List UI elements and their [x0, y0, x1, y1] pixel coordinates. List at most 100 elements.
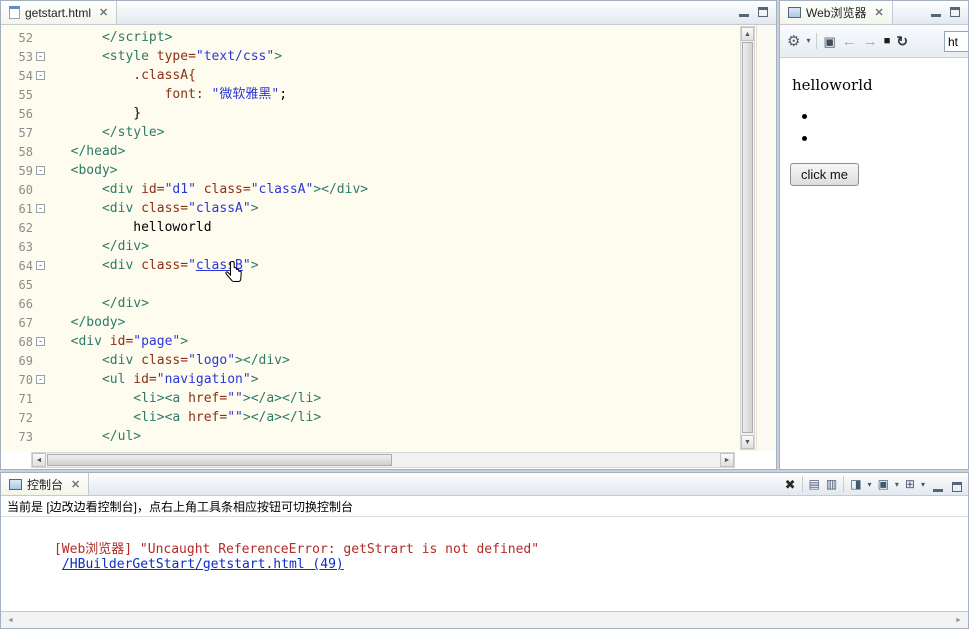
code-token: >: [250, 201, 259, 216]
click-me-button[interactable]: click me: [790, 163, 859, 186]
back-icon[interactable]: ←: [842, 34, 857, 49]
code-line[interactable]: </ul>: [55, 427, 776, 446]
code-token: ></a></li>: [242, 410, 322, 425]
pin-console-icon-dropdown[interactable]: ▾: [868, 480, 872, 489]
code-line[interactable]: <div id="page">: [55, 332, 776, 351]
toolbar-separator: [843, 476, 845, 492]
code-line[interactable]: </head>: [55, 142, 776, 161]
forward-icon[interactable]: →: [863, 34, 878, 49]
browser-window-buttons: [931, 7, 960, 17]
code-line[interactable]: <body>: [55, 161, 776, 180]
tab-close-icon[interactable]: ✕: [99, 6, 108, 19]
console-panel: 控制台 ✕ ✖ ▤ ▥ ◨ ▾ ▣ ▾ ⊞ ▾ 当前是 [边改边看控制台]，点右上角工具条相应按…: [0, 472, 969, 629]
console-info-text: 当前是 [边改边看控制台]，点右上角工具条相应按钮可切换控制台: [7, 499, 354, 514]
scroll-up-icon[interactable]: ▲: [741, 27, 754, 41]
fold-toggle-icon[interactable]: -: [36, 337, 45, 346]
console-error-link[interactable]: /HBuilderGetStart/getstart.html (49): [62, 557, 344, 572]
code-token: >: [250, 258, 259, 273]
display-console-icon[interactable]: ▣: [878, 478, 889, 490]
minimize-icon[interactable]: [933, 483, 943, 492]
code-line[interactable]: font: "微软雅黑";: [55, 85, 776, 104]
horizontal-scrollbar[interactable]: ◄ ►: [31, 452, 735, 468]
scroll-down-icon[interactable]: ▼: [741, 435, 754, 449]
code-line[interactable]: [55, 275, 776, 294]
fold-toggle-icon[interactable]: -: [36, 375, 45, 384]
line-number: 72: [18, 410, 33, 425]
console-tab-label: 控制台: [27, 477, 64, 492]
code-token: id=: [133, 372, 157, 387]
code-line[interactable]: </div>: [55, 294, 776, 313]
code-area[interactable]: </script> <style type="text/css"> .class…: [47, 25, 776, 451]
scroll-right-icon[interactable]: ►: [951, 613, 966, 627]
fold-toggle-icon[interactable]: -: [36, 166, 45, 175]
maximize-icon[interactable]: [952, 482, 962, 492]
code-line[interactable]: </script>: [55, 28, 776, 47]
settings-gear-icon[interactable]: ⚙: [787, 34, 800, 49]
tab-web-browser[interactable]: Web浏览器 ✕: [780, 1, 893, 24]
code-line[interactable]: <li><a href=""></a></li>: [55, 408, 776, 427]
code-line[interactable]: </style>: [55, 123, 776, 142]
open-log-icon[interactable]: ▥: [826, 478, 837, 490]
console-icon: [9, 478, 22, 490]
fold-toggle-icon[interactable]: -: [36, 204, 45, 213]
maximize-icon[interactable]: [950, 7, 960, 17]
scroll-left-icon[interactable]: ◄: [32, 453, 46, 467]
code-token: class=: [141, 353, 189, 368]
fold-toggle-icon[interactable]: -: [36, 71, 45, 80]
code-line[interactable]: <div id="d1" class="classA"></div>: [55, 180, 776, 199]
horizontal-scroll-thumb[interactable]: [47, 454, 392, 466]
stop-icon[interactable]: ■: [884, 35, 891, 47]
code-line[interactable]: <div class="logo"></div>: [55, 351, 776, 370]
code-line[interactable]: helloworld: [55, 218, 776, 237]
browser-tab-close-icon[interactable]: ✕: [874, 6, 883, 19]
code-line[interactable]: </div>: [55, 237, 776, 256]
tab-getstart-html[interactable]: getstart.html ✕: [1, 1, 118, 24]
open-console-icon-dropdown[interactable]: ▾: [921, 480, 925, 489]
minimize-icon[interactable]: [739, 8, 749, 17]
console-tab-close-icon[interactable]: ✕: [71, 478, 80, 491]
open-console-icon[interactable]: ⊞: [905, 478, 915, 490]
scroll-left-icon[interactable]: ◄: [3, 613, 18, 627]
web-browser-panel: Web浏览器 ✕ ⚙ ▾ ▣ ← → ■ ↻ helloworld click …: [779, 0, 969, 470]
code-line[interactable]: <li><a href=""></a></li>: [55, 389, 776, 408]
url-input[interactable]: [944, 31, 968, 52]
console-horizontal-scrollbar[interactable]: ◄ ►: [1, 611, 968, 628]
code-line[interactable]: <div class="classB">: [55, 256, 776, 275]
code-line[interactable]: <ul id="navigation">: [55, 370, 776, 389]
code-line[interactable]: <style type="text/css">: [55, 47, 776, 66]
save-log-icon[interactable]: ▤: [809, 478, 820, 490]
line-number: 62: [18, 220, 33, 235]
code-token: href=: [188, 410, 228, 425]
refresh-icon[interactable]: ↻: [896, 34, 908, 48]
vertical-scrollbar[interactable]: ▲ ▼: [740, 26, 755, 450]
code-line[interactable]: </body>: [55, 313, 776, 332]
settings-dropdown-icon[interactable]: ▾: [806, 37, 810, 45]
devtools-icon[interactable]: ▣: [823, 35, 835, 48]
minimize-icon[interactable]: [931, 8, 941, 17]
fold-toggle-icon[interactable]: -: [36, 261, 45, 270]
tab-console[interactable]: 控制台 ✕: [1, 473, 90, 495]
code-line[interactable]: .classA{: [55, 66, 776, 85]
code-line[interactable]: }: [55, 104, 776, 123]
maximize-icon[interactable]: [758, 7, 768, 17]
pin-console-icon[interactable]: ◨: [850, 478, 861, 490]
line-number: 67: [18, 315, 33, 330]
scroll-right-icon[interactable]: ►: [720, 453, 734, 467]
display-console-icon-dropdown[interactable]: ▾: [895, 480, 899, 489]
clear-console-icon[interactable]: ✖: [785, 478, 796, 491]
fold-toggle-icon[interactable]: -: [36, 52, 45, 61]
code-token: >: [180, 334, 189, 349]
line-number: 68: [18, 334, 33, 349]
code-line[interactable]: <div class="classA">: [55, 199, 776, 218]
vertical-scroll-thumb[interactable]: [742, 42, 753, 433]
